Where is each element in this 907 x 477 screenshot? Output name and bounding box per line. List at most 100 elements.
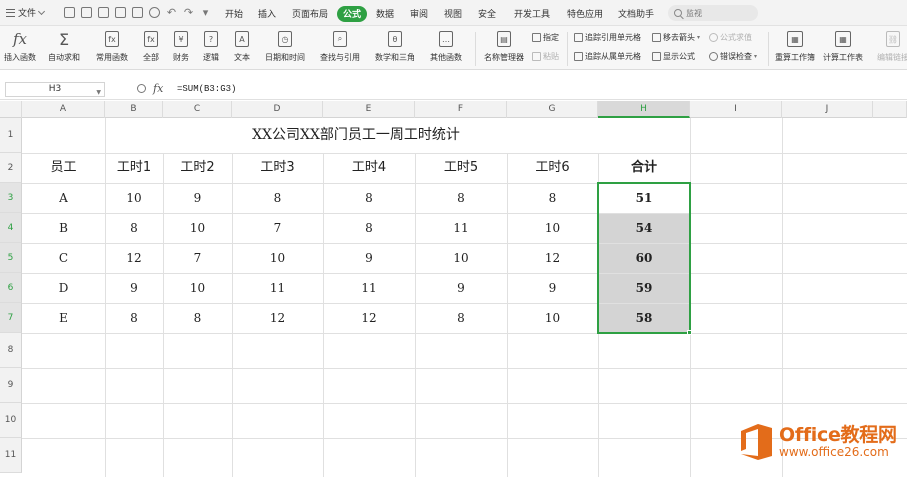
- tab-home[interactable]: 开始: [225, 7, 243, 20]
- paste-name-button[interactable]: 粘贴: [532, 51, 559, 62]
- data-cell[interactable]: 8: [232, 183, 323, 213]
- data-cell[interactable]: 8: [105, 303, 163, 333]
- data-cell[interactable]: 11: [232, 273, 323, 303]
- data-cell[interactable]: B: [22, 213, 105, 243]
- formula-input[interactable]: =SUM(B3:G3): [177, 84, 236, 94]
- row-header-8[interactable]: 8: [0, 333, 22, 368]
- column-header-g[interactable]: G: [507, 101, 598, 118]
- all-functions-button[interactable]: fx 全部: [143, 30, 159, 63]
- data-cell[interactable]: 8: [105, 213, 163, 243]
- fill-handle[interactable]: [687, 330, 692, 335]
- data-cell[interactable]: 8: [323, 183, 415, 213]
- header-cell-f[interactable]: 工时5: [415, 153, 507, 183]
- zoom-icon[interactable]: [137, 84, 146, 93]
- tab-special-apps[interactable]: 特色应用: [567, 7, 603, 20]
- show-formulas-button[interactable]: 显示公式: [652, 51, 695, 62]
- data-cell[interactable]: 9: [105, 273, 163, 303]
- tab-data[interactable]: 数据: [376, 7, 394, 20]
- data-cell[interactable]: D: [22, 273, 105, 303]
- tab-review[interactable]: 审阅: [410, 7, 428, 20]
- row-header-3[interactable]: 3: [0, 183, 22, 213]
- math-trig-button[interactable]: θ 数学和三角: [375, 30, 415, 63]
- column-header-c[interactable]: C: [163, 101, 232, 118]
- data-cell[interactable]: 12: [507, 243, 598, 273]
- data-cell[interactable]: 8: [323, 213, 415, 243]
- column-header-h[interactable]: H: [598, 101, 690, 118]
- data-cell[interactable]: 11: [415, 213, 507, 243]
- header-cell-g[interactable]: 工时6: [507, 153, 598, 183]
- common-functions-button[interactable]: fx 常用函数: [96, 30, 128, 63]
- data-cell[interactable]: 8: [415, 183, 507, 213]
- autosum-button[interactable]: Σ 自动求和: [48, 30, 80, 63]
- tab-insert[interactable]: 插入: [258, 7, 276, 20]
- row-header-4[interactable]: 4: [0, 213, 22, 243]
- data-cell[interactable]: 9: [163, 183, 232, 213]
- column-header[interactable]: [873, 101, 907, 118]
- data-cell[interactable]: 12: [323, 303, 415, 333]
- tab-security[interactable]: 安全: [478, 7, 496, 20]
- column-header-e[interactable]: E: [323, 101, 415, 118]
- edit-links-button[interactable]: ⛓ 编辑链接: [877, 30, 907, 63]
- column-header-i[interactable]: I: [690, 101, 782, 118]
- logic-button[interactable]: ? 逻辑: [203, 30, 219, 63]
- datetime-button[interactable]: ◷ 日期和时间: [265, 30, 305, 63]
- data-cell[interactable]: 10: [105, 183, 163, 213]
- row-header-5[interactable]: 5: [0, 243, 22, 273]
- data-cell[interactable]: 12: [105, 243, 163, 273]
- calc-sheet-button[interactable]: ▦ 计算工作表: [823, 30, 863, 63]
- row-header-6[interactable]: 6: [0, 273, 22, 303]
- open-file-icon[interactable]: [81, 7, 92, 18]
- header-cell-c[interactable]: 工时2: [163, 153, 232, 183]
- specify-button[interactable]: 指定: [532, 32, 559, 43]
- remove-arrows-button[interactable]: 移去箭头 ▾: [652, 32, 700, 43]
- redo-icon[interactable]: ↷: [183, 7, 194, 18]
- header-cell-a[interactable]: 员工: [22, 153, 105, 183]
- tab-formulas[interactable]: 公式: [337, 6, 368, 22]
- tab-doc-assistant[interactable]: 文档助手: [618, 7, 654, 20]
- name-manager-button[interactable]: ▤ 名称管理器: [484, 30, 524, 63]
- name-box[interactable]: H3 ▼: [5, 82, 105, 97]
- finance-button[interactable]: ¥ 财务: [173, 30, 189, 63]
- data-cell[interactable]: 10: [232, 243, 323, 273]
- format-painter-icon[interactable]: [149, 7, 160, 18]
- column-header-b[interactable]: B: [105, 101, 163, 118]
- header-cell-e[interactable]: 工时4: [323, 153, 415, 183]
- customize-toolbar-icon[interactable]: ▾: [200, 7, 211, 18]
- data-cell[interactable]: 10: [163, 213, 232, 243]
- trace-precedents-button[interactable]: 追踪引用单元格: [574, 32, 641, 43]
- evaluate-formula-button[interactable]: 公式求值: [709, 32, 752, 43]
- row-header-11[interactable]: 11: [0, 438, 22, 473]
- data-cell[interactable]: 10: [507, 303, 598, 333]
- row-header-2[interactable]: 2: [0, 153, 22, 183]
- save-icon[interactable]: [98, 7, 109, 18]
- row-header-10[interactable]: 10: [0, 403, 22, 438]
- data-cell[interactable]: E: [22, 303, 105, 333]
- insert-function-button[interactable]: fx 插入函数: [4, 30, 36, 63]
- data-cell[interactable]: 8: [163, 303, 232, 333]
- data-cell[interactable]: A: [22, 183, 105, 213]
- print-icon[interactable]: [115, 7, 126, 18]
- tab-view[interactable]: 视图: [444, 7, 462, 20]
- header-cell-b[interactable]: 工时1: [105, 153, 163, 183]
- other-functions-button[interactable]: … 其他函数: [430, 30, 462, 63]
- data-cell[interactable]: 8: [507, 183, 598, 213]
- header-cell-d[interactable]: 工时3: [232, 153, 323, 183]
- data-cell[interactable]: 7: [232, 213, 323, 243]
- column-header-d[interactable]: D: [232, 101, 323, 118]
- lookup-button[interactable]: ⌕ 查找与引用: [320, 30, 360, 63]
- tab-developer[interactable]: 开发工具: [514, 7, 550, 20]
- print-preview-icon[interactable]: [132, 7, 143, 18]
- data-cell[interactable]: 10: [415, 243, 507, 273]
- data-cell[interactable]: 7: [163, 243, 232, 273]
- data-cell[interactable]: 10: [507, 213, 598, 243]
- insert-function-icon[interactable]: fx: [153, 82, 163, 95]
- data-cell[interactable]: 11: [323, 273, 415, 303]
- column-header-f[interactable]: F: [415, 101, 507, 118]
- data-cell[interactable]: 12: [232, 303, 323, 333]
- row-header-7[interactable]: 7: [0, 303, 22, 333]
- data-cell[interactable]: 10: [163, 273, 232, 303]
- search-box[interactable]: 监视: [668, 5, 758, 21]
- data-cell[interactable]: 8: [415, 303, 507, 333]
- header-cell-h[interactable]: 合计: [598, 153, 690, 183]
- select-all-corner[interactable]: [0, 101, 22, 118]
